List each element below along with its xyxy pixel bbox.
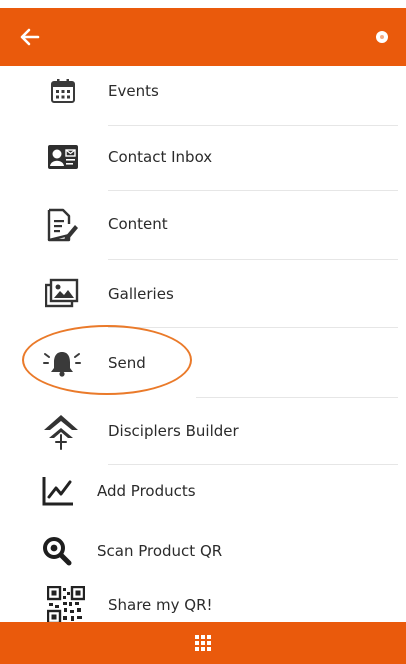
divider [108, 327, 398, 328]
gallery-icon [44, 276, 80, 310]
divider [108, 259, 398, 260]
disciplers-icon [40, 410, 82, 452]
menu-item-events[interactable]: Events [0, 66, 406, 120]
grid-icon[interactable] [192, 632, 214, 654]
qr-code-icon [46, 586, 86, 622]
dot-icon[interactable] [372, 27, 392, 47]
menu-item-label: Send [108, 354, 146, 372]
divider [108, 464, 398, 465]
status-strip [0, 0, 406, 8]
contact-card-icon [46, 142, 80, 172]
menu-item-share-my-qr[interactable]: Share my QR! [0, 584, 406, 622]
menu-item-label: Events [108, 82, 159, 100]
menu-item-label: Disciplers Builder [108, 422, 239, 440]
calendar-icon [48, 76, 78, 106]
menu-item-label: Content [108, 215, 168, 233]
menu-item-label: Galleries [108, 285, 174, 303]
menu-item-disciplers-builder[interactable]: Disciplers Builder [0, 402, 406, 460]
menu-item-label: Contact Inbox [108, 148, 213, 166]
menu-item-label: Share my QR! [108, 596, 213, 614]
bell-alert-icon [42, 346, 82, 380]
document-edit-icon [44, 206, 80, 244]
menu-item-scan-product-qr[interactable]: Scan Product QR [0, 526, 406, 576]
menu-item-send[interactable]: Send [0, 334, 406, 392]
menu-item-contact-inbox[interactable]: Contact Inbox [0, 132, 406, 186]
app-header [0, 8, 406, 66]
menu-item-content[interactable]: Content [0, 198, 406, 254]
menu-list: Events Contact Inbox Content Galleries S… [0, 66, 406, 622]
menu-item-label: Scan Product QR [97, 542, 223, 560]
menu-item-label: Add Products [97, 482, 196, 500]
divider [108, 125, 398, 126]
magnifier-icon [40, 534, 74, 568]
divider [196, 397, 398, 398]
divider [108, 190, 398, 191]
menu-item-galleries[interactable]: Galleries [0, 266, 406, 322]
bottom-bar [0, 622, 406, 664]
line-chart-icon [40, 474, 76, 508]
arrow-left-icon[interactable] [16, 23, 44, 51]
menu-item-add-products[interactable]: Add Products [0, 468, 406, 514]
